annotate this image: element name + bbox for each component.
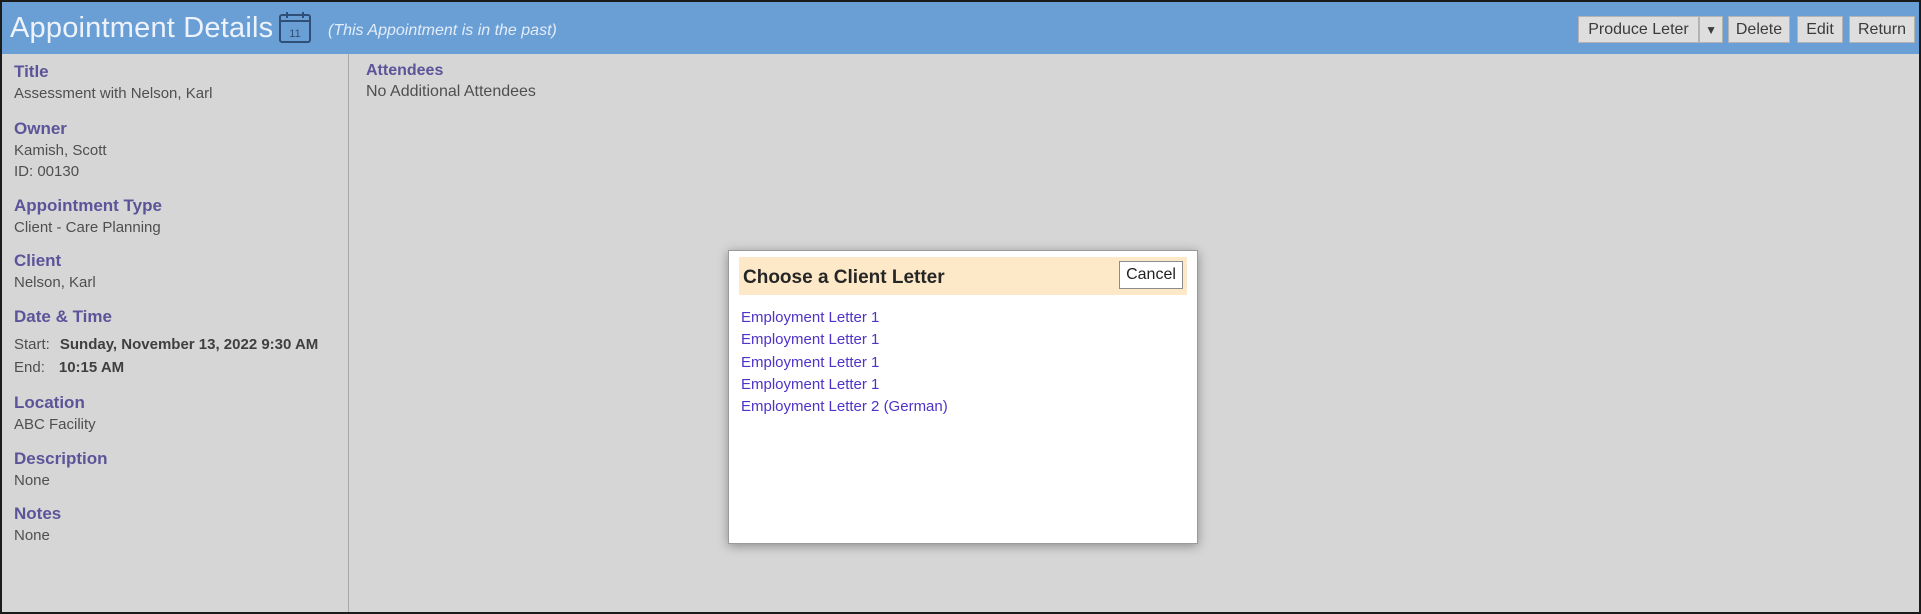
owner-name: Kamish, Scott [14, 142, 107, 159]
client-value: Nelson, Karl [14, 274, 96, 291]
attendees-value: No Additional Attendees [366, 83, 536, 100]
date-time-label: Date & Time [14, 307, 112, 326]
owner-id: ID: 00130 [14, 163, 80, 180]
return-button[interactable]: Return [1849, 16, 1915, 43]
notes-value: None [14, 527, 50, 544]
start-value: Sunday, November 13, 2022 9:30 AM [59, 336, 319, 353]
appointment-type-label: Appointment Type [14, 196, 162, 215]
column-divider [348, 54, 349, 612]
past-appointment-note: (This Appointment is in the past) [328, 22, 557, 39]
edit-button[interactable]: Edit [1797, 16, 1843, 43]
description-value: None [14, 472, 50, 489]
title-label: Title [14, 62, 49, 81]
end-value: 10:15 AM [58, 359, 125, 376]
location-label: Location [14, 393, 85, 412]
produce-letter-dropdown[interactable]: ▼ [1699, 16, 1723, 43]
delete-button[interactable]: Delete [1728, 16, 1790, 43]
attendees-label: Attendees [366, 62, 444, 79]
header-bar: Appointment Details 11 (This Appointment… [2, 2, 1919, 54]
letter-link[interactable]: Employment Letter 1 [741, 329, 948, 351]
end-row: End: 10:15 AM [14, 359, 124, 376]
end-label: End: [14, 359, 45, 376]
appointment-type-value: Client - Care Planning [14, 219, 161, 236]
letter-link[interactable]: Employment Letter 1 [741, 307, 948, 329]
letter-link[interactable]: Employment Letter 1 [741, 374, 948, 396]
calendar-icon: 11 [279, 12, 311, 43]
letter-link[interactable]: Employment Letter 1 [741, 352, 948, 374]
cancel-button[interactable]: Cancel [1119, 261, 1183, 289]
notes-label: Notes [14, 504, 62, 523]
start-label: Start: [14, 336, 50, 353]
app-frame: Appointment Details 11 (This Appointment… [0, 0, 1921, 614]
dialog-title: Choose a Client Letter [743, 267, 945, 288]
caret-down-icon: ▼ [1705, 22, 1717, 37]
page-title: Appointment Details [10, 12, 274, 44]
details-panel: Title Assessment with Nelson, Karl Owner… [2, 54, 347, 612]
client-label: Client [14, 251, 62, 270]
letter-list: Employment Letter 1 Employment Letter 1 … [741, 307, 948, 418]
location-value: ABC Facility [14, 416, 96, 433]
start-row: Start: Sunday, November 13, 2022 9:30 AM [14, 336, 318, 353]
dialog-header: Choose a Client Letter Cancel [739, 257, 1187, 295]
calendar-day-number: 11 [289, 28, 300, 40]
letter-link[interactable]: Employment Letter 2 (German) [741, 396, 948, 418]
title-value: Assessment with Nelson, Karl [14, 85, 213, 102]
choose-letter-dialog: Choose a Client Letter Cancel Employment… [728, 250, 1198, 544]
description-label: Description [14, 449, 108, 468]
owner-label: Owner [14, 119, 67, 138]
produce-letter-button[interactable]: Produce Leter [1578, 16, 1699, 43]
